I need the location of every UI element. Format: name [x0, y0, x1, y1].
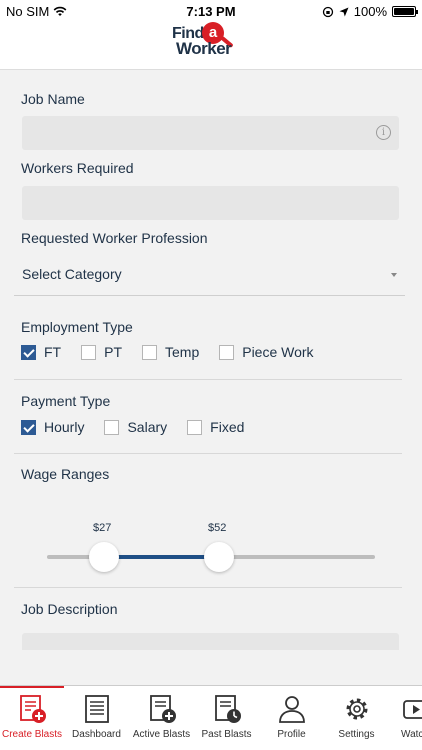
- wage-range-fill: [104, 555, 219, 559]
- checkbox-ft[interactable]: [21, 344, 36, 360]
- status-indicators: 100%: [322, 4, 418, 19]
- profession-select-value: Select Category: [22, 266, 122, 282]
- dropdown-arrow-icon: [391, 273, 397, 277]
- tab-label: Profile: [277, 729, 306, 740]
- battery-icon: [392, 6, 418, 17]
- watchlist-icon: [401, 694, 422, 724]
- workers-required-label: Workers Required: [21, 160, 134, 176]
- checkbox-salary[interactable]: [104, 419, 120, 435]
- create-blast-icon: [17, 694, 47, 724]
- job-name-label: Job Name: [21, 91, 85, 107]
- active-blasts-icon: [147, 694, 177, 724]
- option-label: Temp: [165, 344, 200, 360]
- checkbox-hourly[interactable]: [21, 419, 36, 435]
- location-icon: [339, 7, 349, 16]
- payment-option-salary[interactable]: Salary: [104, 419, 167, 435]
- payment-type-options: Hourly Salary Fixed: [21, 419, 264, 435]
- tab-label: Settings: [338, 729, 375, 740]
- profession-select[interactable]: Select Category: [14, 254, 405, 296]
- wage-min-label: $27: [93, 522, 112, 534]
- settings-icon: [342, 694, 372, 724]
- section-divider: [14, 379, 402, 380]
- tab-label: Create Blasts: [1, 729, 63, 740]
- job-name-input[interactable]: i: [22, 116, 399, 150]
- wage-max-label: $52: [208, 522, 227, 534]
- find-a-worker-logo: Find a Worker: [172, 22, 272, 66]
- option-label: Piece Work: [242, 344, 314, 360]
- checkbox-fixed[interactable]: [187, 419, 203, 435]
- past-blasts-icon: [212, 694, 242, 724]
- checkbox-pt[interactable]: [81, 344, 97, 360]
- checkbox-piece-work[interactable]: [219, 344, 235, 360]
- info-icon[interactable]: i: [376, 125, 391, 140]
- tab-create-blasts[interactable]: Create Blasts: [0, 686, 64, 750]
- tab-profile[interactable]: Profile: [259, 686, 324, 750]
- wage-ranges-label: Wage Ranges: [21, 466, 110, 482]
- tab-label: Active Blasts: [132, 729, 191, 740]
- wage-min-handle[interactable]: [89, 542, 119, 572]
- tab-settings[interactable]: Settings: [324, 686, 389, 750]
- payment-type-label: Payment Type: [21, 393, 111, 409]
- logo-worker-text: Worker: [176, 39, 232, 58]
- workers-required-input[interactable]: [22, 186, 399, 220]
- status-bar: No SIM 7:13 PM 100%: [0, 0, 422, 22]
- option-label: Salary: [127, 419, 168, 435]
- battery-percent: 100%: [353, 4, 387, 19]
- section-divider: [14, 587, 402, 588]
- employment-option-temp[interactable]: Temp: [142, 344, 199, 360]
- employment-type-options: FT PT Temp Piece Work: [21, 344, 334, 360]
- bottom-tab-bar: Create Blasts Dashboard Active Blasts Pa…: [0, 685, 422, 750]
- payment-option-hourly[interactable]: Hourly: [21, 419, 84, 435]
- tab-label: Dashboard: [72, 729, 121, 740]
- dashboard-icon: [82, 694, 112, 724]
- profile-icon: [277, 694, 307, 724]
- profession-label: Requested Worker Profession: [21, 230, 208, 246]
- checkbox-temp[interactable]: [142, 344, 157, 360]
- option-label: FT: [44, 344, 62, 360]
- job-description-label: Job Description: [21, 601, 118, 617]
- app-header: Find a Worker: [0, 22, 422, 70]
- employment-type-label: Employment Type: [21, 319, 133, 335]
- option-label: Fixed: [210, 419, 245, 435]
- tab-watchlist[interactable]: Watchlist: [389, 686, 422, 750]
- tab-label: Watchlist: [401, 729, 422, 740]
- employment-option-ft[interactable]: FT: [21, 344, 61, 360]
- section-divider: [14, 453, 402, 454]
- orientation-lock-icon: [322, 6, 333, 17]
- payment-option-fixed[interactable]: Fixed: [187, 419, 244, 435]
- job-description-input[interactable]: [22, 633, 399, 650]
- tab-past-blasts[interactable]: Past Blasts: [194, 686, 259, 750]
- employment-option-piece-work[interactable]: Piece Work: [219, 344, 314, 360]
- option-label: PT: [104, 344, 122, 360]
- tab-active-blasts[interactable]: Active Blasts: [129, 686, 194, 750]
- tab-dashboard[interactable]: Dashboard: [64, 686, 129, 750]
- wage-max-handle[interactable]: [204, 542, 234, 572]
- tab-label: Past Blasts: [201, 729, 252, 740]
- employment-option-pt[interactable]: PT: [81, 344, 122, 360]
- option-label: Hourly: [44, 419, 85, 435]
